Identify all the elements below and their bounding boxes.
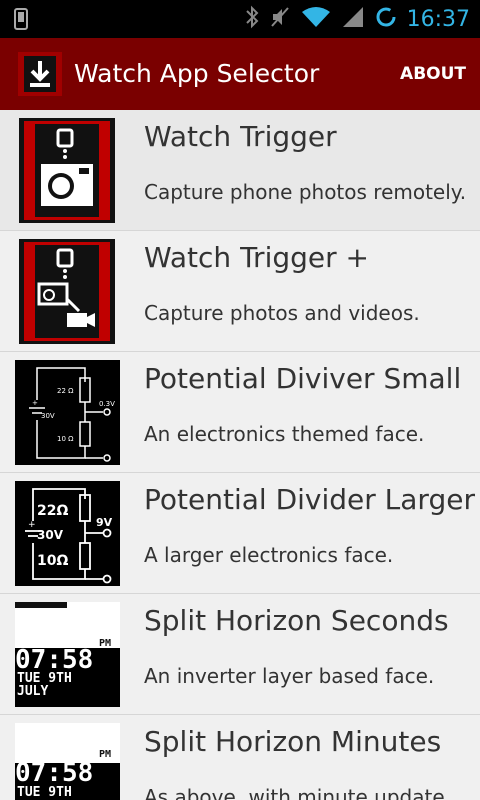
svg-text:+: +: [32, 399, 38, 407]
divider-small-thumb: + 22 Ω 10 Ω 30V 0.3V: [15, 360, 120, 465]
status-time: 16:37: [406, 6, 470, 32]
resistor-top-label: 22 Ω: [57, 387, 74, 395]
resistor-top-label: 22Ω: [37, 503, 68, 519]
list-item[interactable]: PM 07:58 TUE 9TH JULY Split Horizon Seco…: [0, 594, 480, 715]
output-voltage-label: 0.3V: [99, 400, 115, 408]
svg-text:+: +: [28, 520, 36, 530]
phone-icon: [14, 8, 28, 34]
item-description: A larger electronics face.: [144, 543, 394, 567]
list-item[interactable]: + 22 Ω 10 Ω 30V 0.3V Potential Diviver S…: [0, 352, 480, 473]
about-button[interactable]: ABOUT: [400, 38, 466, 110]
time-label: 07:58: [15, 758, 93, 788]
ampm-label: PM: [99, 638, 111, 649]
input-voltage-label: 30V: [37, 528, 64, 542]
output-voltage-label: 9V: [96, 516, 113, 529]
day-label: TUE 9TH: [17, 785, 72, 800]
item-title: Watch Trigger: [144, 120, 337, 153]
watch-trigger-thumb: [15, 118, 120, 223]
split-horizon-minutes-thumb: PM 07:58 TUE 9TH JULY: [15, 723, 120, 800]
app-title: Watch App Selector: [74, 59, 320, 88]
list-item[interactable]: Watch Trigger + Capture photos and video…: [0, 231, 480, 352]
list-item[interactable]: Watch Trigger Capture phone photos remot…: [0, 110, 480, 231]
app-list: Watch Trigger Capture phone photos remot…: [0, 110, 480, 800]
status-bar: 16:37: [0, 0, 480, 38]
resistor-bottom-label: 10Ω: [37, 553, 68, 569]
action-bar: Watch App Selector ABOUT: [0, 38, 480, 110]
bluetooth-icon: [245, 5, 259, 33]
resistor-bottom-label: 10 Ω: [57, 435, 74, 443]
ampm-label: PM: [99, 749, 111, 760]
item-title: Watch Trigger +: [144, 241, 369, 274]
item-description: Capture photos and videos.: [144, 301, 420, 325]
wifi-icon: [301, 5, 331, 33]
item-description: An inverter layer based face.: [144, 664, 435, 688]
mute-icon: [269, 5, 291, 33]
input-voltage-label: 30V: [41, 412, 55, 420]
list-item[interactable]: + 22Ω 10Ω 30V 9V Potential Divider Large…: [0, 473, 480, 594]
signal-icon: [341, 5, 365, 33]
item-description: As above, with minute update: [144, 785, 445, 800]
item-description: An electronics themed face.: [144, 422, 425, 446]
item-title: Potential Diviver Small: [144, 362, 462, 395]
item-title: Split Horizon Seconds: [144, 604, 449, 637]
watch-trigger-plus-thumb: [15, 239, 120, 344]
month-label: JULY: [17, 684, 48, 699]
item-title: Split Horizon Minutes: [144, 725, 442, 758]
list-item[interactable]: PM 07:58 TUE 9TH JULY Split Horizon Minu…: [0, 715, 480, 800]
item-description: Capture phone photos remotely.: [144, 180, 467, 204]
item-title: Potential Divider Larger: [144, 483, 475, 516]
download-icon[interactable]: [18, 52, 62, 96]
split-horizon-seconds-thumb: PM 07:58 TUE 9TH JULY: [15, 602, 120, 707]
divider-large-thumb: + 22Ω 10Ω 30V 9V: [15, 481, 120, 586]
sync-icon: [375, 6, 397, 32]
